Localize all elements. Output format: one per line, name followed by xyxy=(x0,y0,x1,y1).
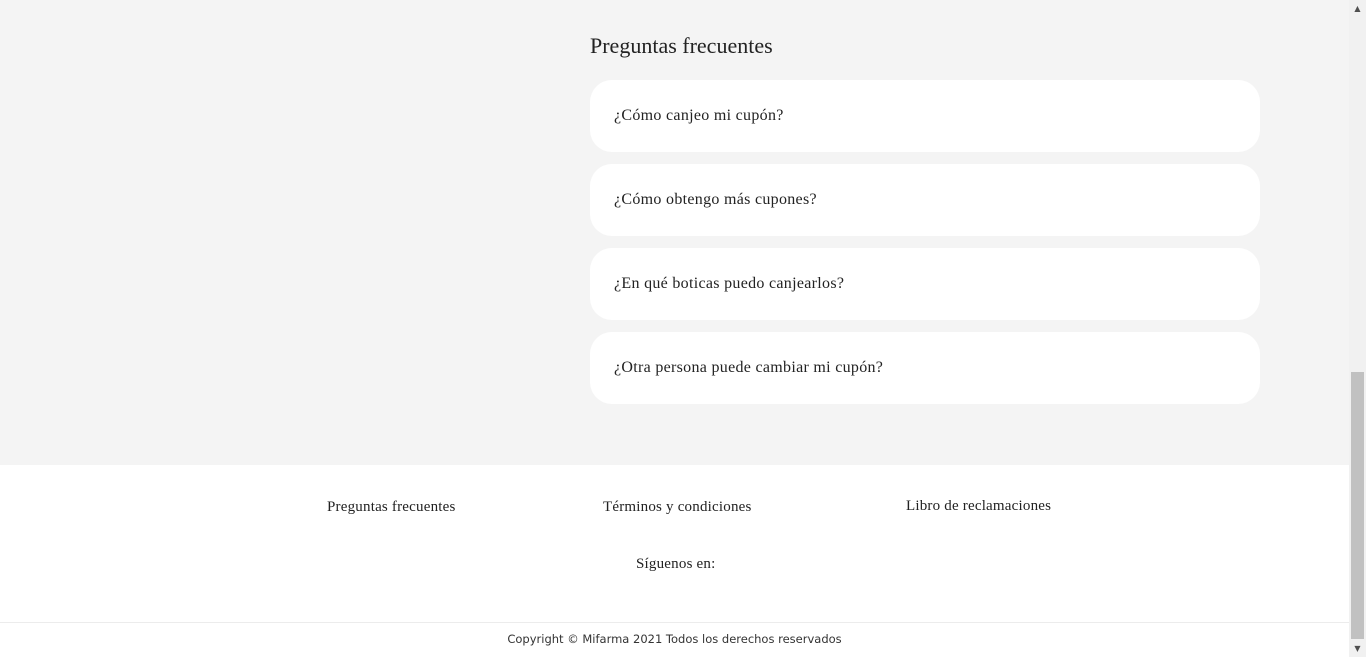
footer-link-faq[interactable]: Preguntas frecuentes xyxy=(327,499,456,516)
faq-question-label: ¿Cómo canjeo mi cupón? xyxy=(614,107,784,124)
faq-question-label: ¿En qué boticas puedo canjearlos? xyxy=(614,275,845,292)
faq-item-get-more-coupons[interactable]: ¿Cómo obtengo más cupones? xyxy=(590,164,1260,236)
footer-link-complaints-book[interactable]: Libro de reclamaciones xyxy=(906,498,1051,515)
footer-link-terms[interactable]: Términos y condiciones xyxy=(603,499,752,516)
faq-item-which-pharmacies[interactable]: ¿En qué boticas puedo canjearlos? xyxy=(590,248,1260,320)
faq-list: ¿Cómo canjeo mi cupón? ¿Cómo obtengo más… xyxy=(590,80,1260,416)
faq-item-redeem-coupon[interactable]: ¿Cómo canjeo mi cupón? xyxy=(590,80,1260,152)
page: Preguntas frecuentes ¿Cómo canjeo mi cup… xyxy=(0,0,1349,657)
faq-item-other-person[interactable]: ¿Otra persona puede cambiar mi cupón? xyxy=(590,332,1260,404)
faq-title: Preguntas frecuentes xyxy=(590,33,773,58)
faq-question-label: ¿Otra persona puede cambiar mi cupón? xyxy=(614,359,884,376)
footer: Preguntas frecuentes Términos y condicio… xyxy=(0,465,1349,657)
scrollbar-thumb[interactable] xyxy=(1351,372,1364,639)
faq-question-label: ¿Cómo obtengo más cupones? xyxy=(614,191,817,208)
vertical-scrollbar[interactable]: ▲ ▼ xyxy=(1349,0,1366,657)
scroll-up-arrow-icon[interactable]: ▲ xyxy=(1349,0,1366,17)
follow-us-label: Síguenos en: xyxy=(636,556,716,572)
copyright-text: Copyright © Mifarma 2021 Todos los derec… xyxy=(507,632,842,646)
scroll-down-arrow-icon[interactable]: ▼ xyxy=(1349,640,1366,657)
footer-divider xyxy=(0,622,1349,623)
faq-section: Preguntas frecuentes ¿Cómo canjeo mi cup… xyxy=(0,0,1349,465)
